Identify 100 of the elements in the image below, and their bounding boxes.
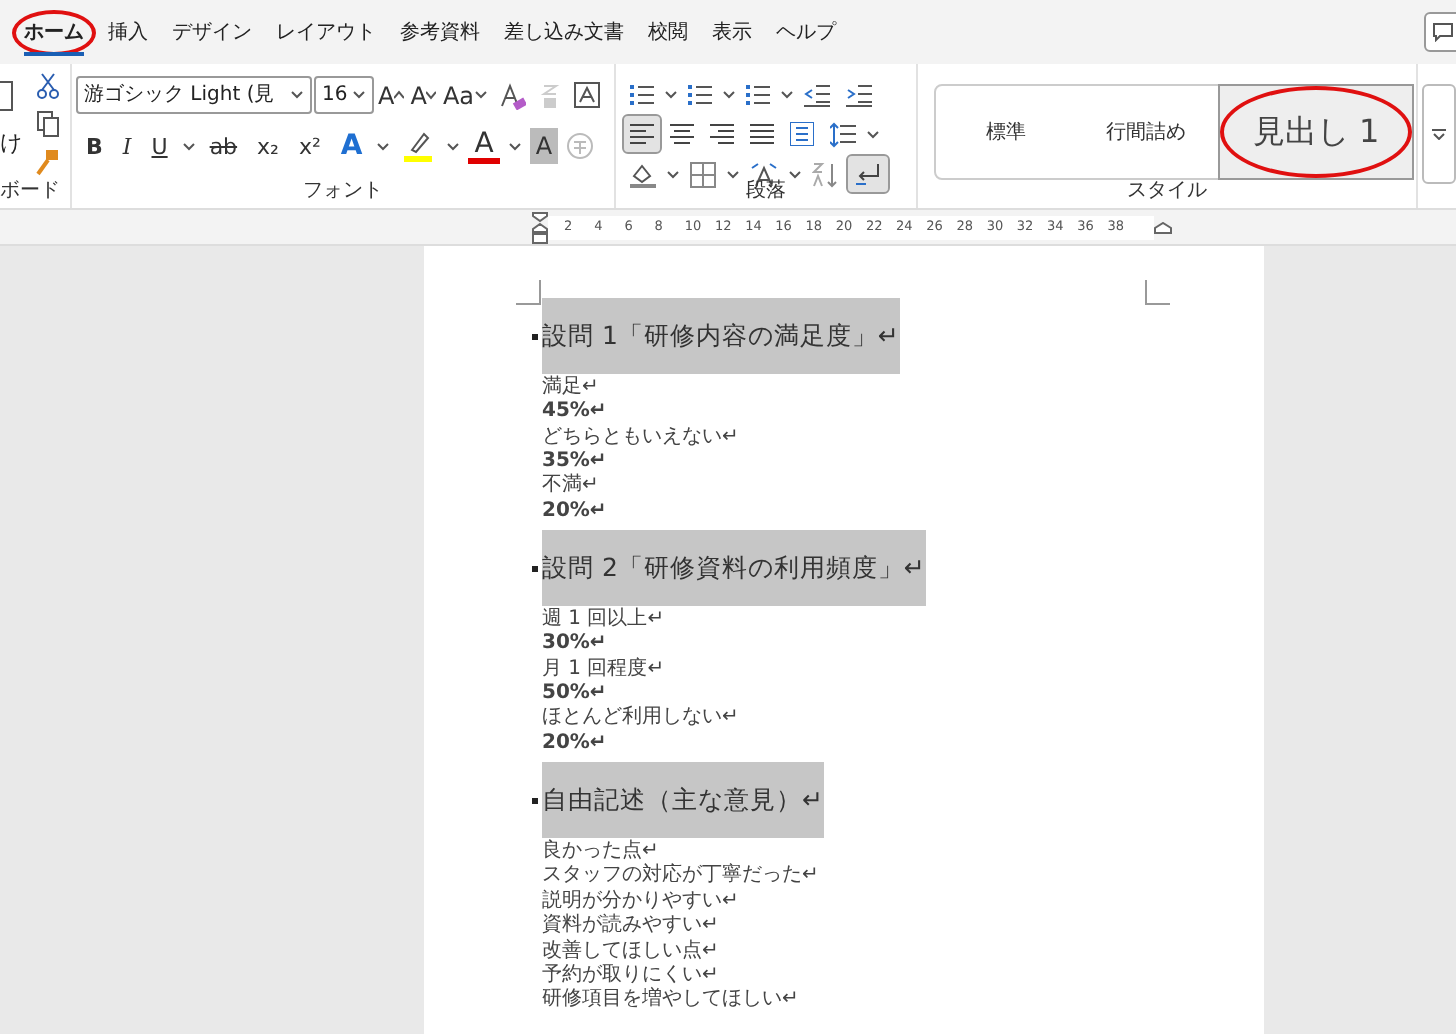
- caret-icon: [780, 89, 794, 99]
- menu-tab[interactable]: ヘルプ: [764, 9, 848, 55]
- caret-icon: [866, 129, 880, 139]
- shading-icon: [630, 161, 656, 187]
- phonetic-guide-icon: [540, 81, 560, 109]
- increase-indent-icon: [846, 81, 872, 107]
- distributed-icon: [790, 122, 814, 146]
- up-caret-icon: [394, 90, 405, 100]
- group-label: 段落: [744, 177, 788, 206]
- font-name-field[interactable]: 游ゴシック Light (見: [76, 76, 312, 114]
- clear-format-icon: [498, 81, 526, 109]
- body-text: 20%↵: [542, 731, 609, 757]
- show-marks-icon: [854, 161, 882, 187]
- style-item[interactable]: 見出し 1: [1220, 86, 1412, 178]
- copy-icon: [36, 110, 60, 138]
- caret-icon: [181, 141, 196, 151]
- body-text: どちらともいえない↵: [542, 425, 741, 450]
- body-text: 予約が取りにくい↵: [542, 963, 721, 987]
- decrease-indent-icon: [804, 81, 830, 107]
- caret-icon: [722, 89, 736, 99]
- body-text: 資料が読みやすい↵: [542, 914, 721, 939]
- body-text: 満足↵: [542, 375, 601, 401]
- body-text: 50%↵: [542, 682, 609, 707]
- distributed-button[interactable]: [784, 116, 820, 152]
- highlighter-icon: [404, 130, 433, 162]
- caret-icon: [290, 90, 304, 100]
- grow-font-button[interactable]: A: [376, 77, 407, 113]
- font-color-button[interactable]: A: [468, 128, 500, 164]
- annotation-ellipse: [12, 9, 96, 55]
- enclosed-character-icon: [566, 132, 595, 160]
- font-size-field[interactable]: 16: [314, 76, 374, 114]
- body-text: 20%↵: [542, 499, 609, 525]
- text-effects-button[interactable]: A: [334, 128, 369, 164]
- align-left-button[interactable]: [624, 116, 660, 152]
- format-button[interactable]: U: [145, 128, 174, 164]
- down-caret-icon: [426, 90, 437, 100]
- caret-icon: [664, 89, 678, 99]
- cut-icon: [36, 72, 60, 100]
- body-text: 35%↵: [542, 449, 609, 473]
- body-text: 不満↵: [542, 474, 601, 500]
- menu-tab[interactable]: 差し込み文書: [492, 9, 636, 55]
- format-button[interactable]: I: [116, 128, 138, 164]
- body-text: スタッフの対応が丁寧だった↵: [542, 864, 821, 889]
- body-text: 30%↵: [542, 632, 609, 658]
- caret-icon: [352, 90, 366, 100]
- align-right-icon: [710, 122, 734, 146]
- format-button[interactable]: B: [80, 128, 109, 164]
- character-border-icon: [574, 82, 600, 108]
- menu-tab[interactable]: 表示: [700, 9, 764, 55]
- format-painter-icon: [36, 148, 60, 176]
- corner-mark-icon: [516, 280, 542, 306]
- menu-tab[interactable]: 参考資料: [388, 9, 492, 55]
- body-text: 説明が分かりやすい↵: [542, 889, 741, 913]
- format-button[interactable]: x₂: [251, 128, 285, 164]
- bullet-icon: [532, 566, 538, 573]
- menu-tab[interactable]: ホーム: [12, 9, 96, 55]
- menu-tab[interactable]: レイアウト: [264, 9, 388, 55]
- caret-icon: [376, 141, 391, 151]
- borders-icon: [690, 161, 716, 187]
- bullet-icon: [532, 798, 538, 805]
- body-text: 週 1 回以上↵: [542, 607, 667, 633]
- line-spacing-icon: [830, 121, 856, 147]
- body-text: 45%↵: [542, 400, 609, 426]
- body-text: 改善してほしい点↵: [542, 939, 721, 964]
- menu-tab[interactable]: デザイン: [160, 9, 264, 55]
- corner-mark-icon: [1144, 280, 1170, 306]
- group-label: スタイル: [1125, 178, 1209, 206]
- align-left-icon: [630, 122, 654, 146]
- caret-icon: [507, 141, 522, 151]
- style-item[interactable]: 行間詰め: [1076, 86, 1216, 178]
- show-marks-button[interactable]: [848, 156, 888, 192]
- caret-icon: [788, 169, 802, 179]
- numbering-icon: [688, 81, 712, 107]
- character-shading-button[interactable]: A: [529, 128, 559, 164]
- bullet-icon: [532, 334, 538, 340]
- bullets-icon: [630, 81, 654, 107]
- body-text: ほとんど利用しない↵: [542, 706, 741, 732]
- paste-label[interactable]: け: [0, 128, 22, 161]
- comment-button[interactable]: [1424, 12, 1456, 52]
- body-text: 良かった点↵: [542, 839, 661, 863]
- change-case-button[interactable]: Aa: [440, 77, 490, 113]
- character-border-button[interactable]: [568, 77, 606, 113]
- caret-icon: [474, 90, 488, 100]
- dropdown-icon: [1432, 128, 1446, 140]
- sort-icon: [812, 161, 838, 187]
- justify-icon: [750, 122, 774, 146]
- comment-icon: [1432, 22, 1454, 42]
- caret-icon: [726, 169, 740, 179]
- body-text: 研修項目を増やしてほしい↵: [542, 988, 801, 1014]
- format-button[interactable]: x²: [292, 128, 327, 164]
- menu-tab[interactable]: 校閲: [636, 9, 700, 55]
- menu-tab[interactable]: 挿入: [96, 9, 160, 55]
- paste-icon: [0, 80, 14, 112]
- format-button[interactable]: ab: [203, 128, 244, 164]
- group-label: フォント: [301, 178, 385, 206]
- style-item[interactable]: 標準: [936, 86, 1076, 178]
- caret-icon: [666, 169, 680, 179]
- multilevel-list-icon: [746, 81, 770, 107]
- shrink-font-button[interactable]: A: [408, 77, 439, 113]
- group-label: ボード: [0, 176, 60, 206]
